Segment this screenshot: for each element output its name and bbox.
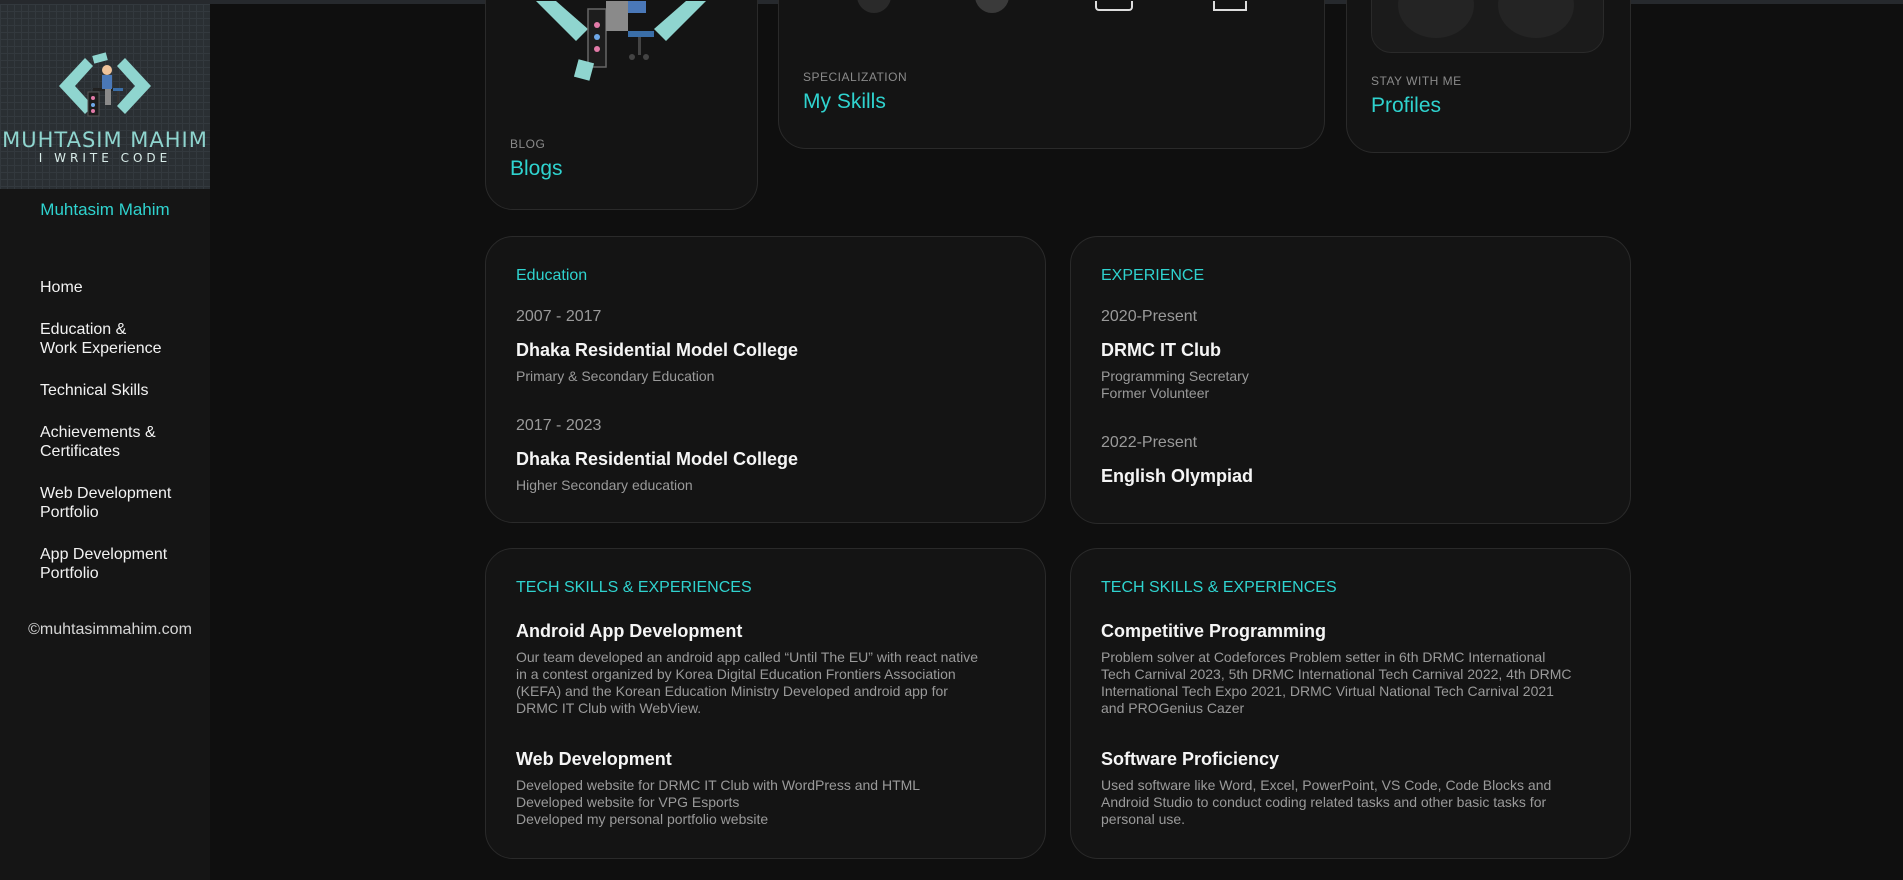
experience-role-line: Former Volunteer [1101,385,1210,401]
tech-skills-card-left: TECH SKILLS & EXPERIENCES Android App De… [485,548,1046,859]
skills-card[interactable]: SPECIALIZATION My Skills [778,0,1325,149]
logo-tagline: I WRITE CODE [38,151,172,165]
skills-title[interactable]: My Skills [803,90,886,114]
experience-card: EXPERIENCE 2020-Present DRMC IT Club Pro… [1070,236,1631,524]
nav-item-home[interactable]: Home [40,278,200,297]
logo-name: MUHTASIM MAHIM [2,128,208,152]
tech-skill-line: Android Studio to conduct coding related… [1101,794,1547,810]
tech-skill-heading: Competitive Programming [1101,621,1327,641]
tech-skill-line: International Tech Expo 2021, DRMC Virtu… [1101,683,1554,699]
nav-label: Home [40,279,83,296]
nav-item-technical-skills[interactable]: Technical Skills [40,381,200,400]
nav-label: Work Experience [40,340,162,357]
profile-icon[interactable] [1498,0,1574,38]
tech-skill-description: Used software like Word, Excel, PowerPoi… [1101,777,1601,828]
developer-illustration-icon [536,1,706,81]
experience-years: 2022-Present [1101,434,1198,451]
tech-skill-line: in a contest organized by Korea Digital … [516,666,956,682]
nav-label: Web Development [40,485,172,502]
experience-role-line: Programming Secretary [1101,368,1249,384]
tech-skill-line: Our team developed an android app called… [516,649,978,665]
tech-skill-heading: Software Proficiency [1101,749,1280,769]
education-years: 2007 - 2017 [516,308,602,325]
blog-card[interactable]: BLOG Blogs [485,0,758,210]
skill-icon [1213,1,1247,11]
nav-label: Technical Skills [40,382,149,399]
tech-skill-heading: Web Development [516,749,672,769]
skill-icon [975,0,1009,13]
tech-skill-line: (KEFA) and the Korean Education Ministry… [516,683,948,699]
tech-skill-line: and PROGenius Cazer [1101,700,1245,716]
education-card: Education 2007 - 2017 Dhaka Residential … [485,236,1046,523]
tech-skill-line: DRMC IT Club with WebView. [516,700,702,716]
sidebar: MUHTASIM MAHIM I WRITE CODE Muhtasim Mah… [0,4,210,880]
tech-skill-description: Problem solver at Codeforces Problem set… [1101,649,1601,717]
copyright: ©muhtasimmahim.com [28,621,192,638]
nav-label: Portfolio [40,504,99,521]
profiles-icon-tray [1371,0,1604,53]
profiles-title[interactable]: Profiles [1371,94,1441,118]
tech-skill-description: Developed website for DRMC IT Club with … [516,777,1016,828]
blog-title[interactable]: Blogs [510,157,563,181]
nav-label: Certificates [40,443,121,460]
nav-label: Education & [40,321,127,338]
nav-item-education-work[interactable]: Education & Work Experience [40,320,200,358]
tech-skills-title: TECH SKILLS & EXPERIENCES [1101,579,1337,596]
tech-skill-line: Developed my personal portfolio website [516,811,769,827]
tech-skills-card-right: TECH SKILLS & EXPERIENCES Competitive Pr… [1070,548,1631,859]
profile-icon[interactable] [1398,0,1474,38]
experience-org: DRMC IT Club [1101,340,1221,360]
education-years: 2017 - 2023 [516,417,602,434]
education-detail: Higher Secondary education [516,477,693,493]
education-title: Education [516,267,588,284]
education-institution: Dhaka Residential Model College [516,449,799,469]
tech-skill-line: Problem solver at Codeforces Problem set… [1101,649,1546,665]
skill-icon [857,0,891,13]
tech-skill-line: Developed website for DRMC IT Club with … [516,777,921,793]
nav-label: App Development [40,546,168,563]
skills-label: SPECIALIZATION [803,70,908,84]
logo[interactable]: MUHTASIM MAHIM I WRITE CODE [0,4,210,189]
nav-item-web-portfolio[interactable]: Web Development Portfolio [40,484,200,522]
tech-skill-description: Our team developed an android app called… [516,649,1016,717]
experience-org: English Olympiad [1101,466,1254,486]
profiles-label: STAY WITH ME [1371,74,1462,88]
nav-item-app-portfolio[interactable]: App Development Portfolio [40,545,200,583]
tech-skill-line: Developed website for VPG Esports [516,794,740,810]
tech-skills-title: TECH SKILLS & EXPERIENCES [516,579,752,596]
blog-label: BLOG [510,137,546,151]
skill-icon [1095,1,1133,11]
experience-title: EXPERIENCE [1101,267,1205,284]
nav-item-achievements[interactable]: Achievements & Certificates [40,423,200,461]
experience-role: Programming Secretary Former Volunteer [1101,368,1249,402]
experience-years: 2020-Present [1101,308,1198,325]
developer-logo-icon [59,52,151,117]
nav-label: Portfolio [40,565,99,582]
education-institution: Dhaka Residential Model College [516,340,799,360]
tech-skill-heading: Android App Development [516,621,743,641]
education-detail: Primary & Secondary Education [516,368,715,384]
tech-skill-line: Tech Carnival 2023, 5th DRMC Internation… [1101,666,1572,682]
nav-label: Achievements & [40,424,156,441]
sidebar-nav: Home Education & Work Experience Technic… [40,278,200,606]
sidebar-owner-name[interactable]: Muhtasim Mahim [0,200,210,220]
tech-skill-line: Used software like Word, Excel, PowerPoi… [1101,777,1552,793]
profiles-card[interactable]: STAY WITH ME Profiles [1346,0,1631,153]
tech-skill-line: personal use. [1101,811,1186,827]
